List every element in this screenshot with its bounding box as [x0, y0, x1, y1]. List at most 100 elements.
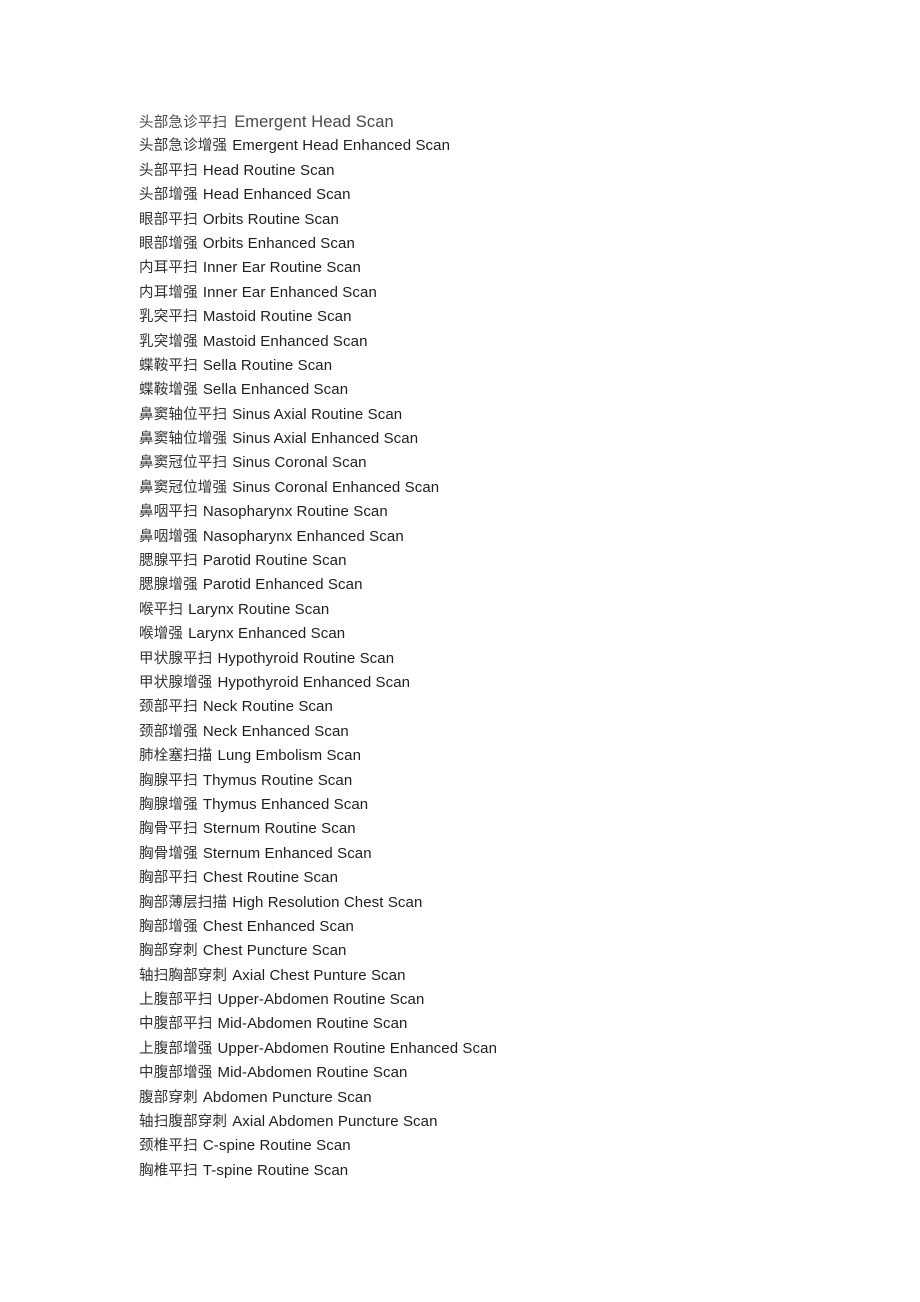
protocol-label-zh: 鼻窦轴位平扫	[139, 406, 228, 423]
protocol-label-en: T-spine Routine Scan	[202, 1161, 349, 1179]
protocol-label-zh: 轴扫腹部穿刺	[139, 1114, 228, 1131]
protocol-label-en: Orbits Routine Scan	[202, 210, 339, 228]
protocol-row: 鼻窦轴位平扫 Sinus Axial Routine Scan	[139, 403, 839, 427]
protocol-row: 颈部增强 Neck Enhanced Scan	[139, 720, 839, 744]
protocol-label-en: Neck Routine Scan	[202, 698, 333, 716]
protocol-label-zh: 喉增强	[139, 626, 184, 643]
protocol-label-en: Inner Ear Enhanced Scan	[202, 283, 377, 301]
protocol-label-zh: 腮腺平扫	[139, 553, 198, 570]
protocol-label-zh: 颈部增强	[139, 723, 198, 740]
protocol-label-zh: 胸骨平扫	[139, 821, 198, 838]
protocol-label-zh: 眼部增强	[139, 235, 198, 252]
protocol-row: 腹部穿刺 Abdomen Puncture Scan	[139, 1086, 839, 1110]
protocol-label-en: C-spine Routine Scan	[202, 1137, 351, 1155]
protocol-label-en: Sinus Axial Enhanced Scan	[232, 430, 419, 448]
protocol-row: 甲状腺平扫 Hypothyroid Routine Scan	[139, 647, 839, 671]
protocol-row: 鼻窦轴位增强 Sinus Axial Enhanced Scan	[139, 427, 839, 451]
protocol-row: 头部增强 Head Enhanced Scan	[139, 183, 839, 207]
protocol-label-zh: 鼻窦冠位增强	[139, 479, 228, 496]
document-page: 头部急诊平扫 Emergent Head Scan 头部急诊增强 Emergent H…	[0, 0, 920, 1302]
protocol-row: 喉平扫 Larynx Routine Scan	[139, 598, 839, 622]
protocol-label-zh: 胸部穿刺	[139, 943, 198, 960]
protocol-label-zh: 中腹部增强	[139, 1065, 213, 1082]
protocol-row: 上腹部平扫 Upper-Abdomen Routine Scan	[139, 988, 839, 1012]
protocol-label-en: Mid-Abdomen Routine Scan	[217, 1064, 408, 1082]
protocol-label-zh: 颈椎平扫	[139, 1138, 198, 1155]
protocol-label-en: Thymus Enhanced Scan	[202, 795, 369, 813]
protocol-row: 肺栓塞扫描 Lung Embolism Scan	[139, 744, 839, 768]
protocol-row: 胸部薄层扫描 High Resolution Chest Scan	[139, 891, 839, 915]
protocol-row: 胸腺平扫 Thymus Routine Scan	[139, 769, 839, 793]
protocol-label-zh: 蝶鞍平扫	[139, 357, 198, 374]
protocol-label-en: Larynx Enhanced Scan	[188, 625, 346, 643]
protocol-row: 鼻窦冠位增强 Sinus Coronal Enhanced Scan	[139, 476, 839, 500]
protocol-label-zh: 胸部增强	[139, 918, 198, 935]
protocol-row: 颈部平扫 Neck Routine Scan	[139, 695, 839, 719]
protocol-label-en: Upper-Abdomen Routine Scan	[217, 991, 425, 1009]
protocol-label-en: Nasopharynx Enhanced Scan	[202, 527, 404, 545]
protocol-label-zh: 甲状腺增强	[139, 674, 213, 691]
protocol-row: 鼻窦冠位平扫 Sinus Coronal Scan	[139, 451, 839, 475]
protocol-label-en: Parotid Routine Scan	[202, 552, 347, 570]
protocol-row: 颈椎平扫 C-spine Routine Scan	[139, 1134, 839, 1158]
protocol-row: 头部急诊增强 Emergent Head Enhanced Scan	[139, 134, 839, 158]
protocol-label-zh: 乳突平扫	[139, 309, 198, 326]
protocol-label-zh: 上腹部增强	[139, 1040, 213, 1057]
protocol-label-zh: 喉平扫	[139, 601, 184, 618]
protocol-label-zh: 胸椎平扫	[139, 1162, 198, 1179]
protocol-row: 胸部平扫 Chest Routine Scan	[139, 866, 839, 890]
protocol-label-en: Chest Enhanced Scan	[202, 917, 354, 935]
protocol-row: 乳突平扫 Mastoid Routine Scan	[139, 305, 839, 329]
protocol-row: 喉增强 Larynx Enhanced Scan	[139, 622, 839, 646]
protocol-label-en: Sinus Coronal Enhanced Scan	[232, 478, 440, 496]
protocol-label-en: Chest Routine Scan	[202, 869, 339, 887]
protocol-label-en: Head Enhanced Scan	[202, 186, 351, 204]
protocol-row: 胸骨增强 Sternum Enhanced Scan	[139, 842, 839, 866]
protocol-label-zh: 蝶鞍增强	[139, 382, 198, 399]
protocol-row: 内耳平扫 Inner Ear Routine Scan	[139, 256, 839, 280]
protocol-label-en: Nasopharynx Routine Scan	[202, 503, 388, 521]
protocol-label-zh: 胸腺增强	[139, 796, 198, 813]
protocol-label-en: Hypothyroid Enhanced Scan	[217, 673, 411, 691]
protocol-label-en: Thymus Routine Scan	[202, 771, 353, 789]
protocol-label-zh: 眼部平扫	[139, 211, 198, 228]
protocol-row: 鼻咽增强 Nasopharynx Enhanced Scan	[139, 525, 839, 549]
protocol-label-en: Sinus Coronal Scan	[232, 454, 367, 472]
protocol-label-zh: 内耳平扫	[139, 260, 198, 277]
protocol-label-en: High Resolution Chest Scan	[232, 893, 423, 911]
protocol-label-en: Parotid Enhanced Scan	[202, 576, 363, 594]
protocol-label-en: Larynx Routine Scan	[188, 600, 330, 618]
protocol-label-zh: 乳突增强	[139, 333, 198, 350]
protocol-row: 眼部增强 Orbits Enhanced Scan	[139, 232, 839, 256]
protocol-row: 内耳增强 Inner Ear Enhanced Scan	[139, 281, 839, 305]
protocol-row: 轴扫腹部穿刺 Axial Abdomen Puncture Scan	[139, 1110, 839, 1134]
protocol-label-en: Sinus Axial Routine Scan	[232, 405, 403, 423]
protocol-label-zh: 胸骨增强	[139, 845, 198, 862]
protocol-label-zh: 内耳增强	[139, 284, 198, 301]
protocol-label-en: Sternum Routine Scan	[202, 820, 356, 838]
protocol-label-en: Emergent Head Enhanced Scan	[232, 137, 451, 155]
protocol-label-zh: 头部急诊平扫	[139, 115, 228, 131]
protocol-row: 眼部平扫 Orbits Routine Scan	[139, 208, 839, 232]
protocol-row: 乳突增强 Mastoid Enhanced Scan	[139, 330, 839, 354]
protocol-label-zh: 胸部平扫	[139, 870, 198, 887]
protocol-label-en: Sella Routine Scan	[202, 356, 333, 374]
protocol-label-en: Neck Enhanced Scan	[202, 722, 349, 740]
protocol-label-en: Upper-Abdomen Routine Enhanced Scan	[217, 1039, 498, 1057]
protocol-row: 胸椎平扫 T-spine Routine Scan	[139, 1159, 839, 1183]
protocol-label-zh: 颈部平扫	[139, 699, 198, 716]
protocol-row: 中腹部增强 Mid-Abdomen Routine Scan	[139, 1061, 839, 1085]
protocol-label-zh: 腹部穿刺	[139, 1089, 198, 1106]
protocol-label-zh: 头部增强	[139, 187, 198, 204]
protocol-label-zh: 中腹部平扫	[139, 1016, 213, 1033]
protocol-label-zh: 头部平扫	[139, 162, 198, 179]
protocol-row: 上腹部增强 Upper-Abdomen Routine Enhanced Scan	[139, 1037, 839, 1061]
protocol-row: 胸部增强 Chest Enhanced Scan	[139, 915, 839, 939]
protocol-list: 头部急诊平扫 Emergent Head Scan 头部急诊增强 Emergent H…	[139, 110, 839, 1183]
protocol-row: 胸骨平扫 Sternum Routine Scan	[139, 817, 839, 841]
protocol-row: 蝶鞍平扫 Sella Routine Scan	[139, 354, 839, 378]
protocol-label-zh: 鼻窦轴位增强	[139, 431, 228, 448]
protocol-label-zh: 上腹部平扫	[139, 992, 213, 1009]
protocol-label-en: Sternum Enhanced Scan	[202, 844, 372, 862]
protocol-label-en: Axial Chest Punture Scan	[232, 966, 406, 984]
